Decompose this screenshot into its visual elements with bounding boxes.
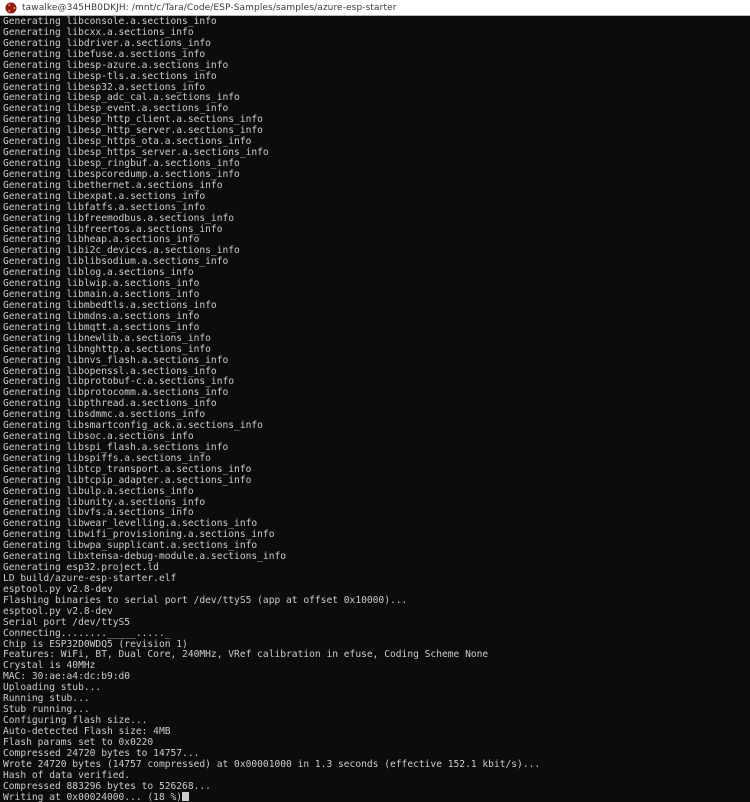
terminal-line: LD build/azure-esp-starter.elf [3, 573, 177, 585]
terminal-window: tawalke@345HB0DKJH: /mnt/c/Tara/Code/ESP… [0, 0, 750, 802]
terminal-line: Wrote 24720 bytes (14757 compressed) at … [3, 758, 541, 770]
terminal-line: Compressed 883296 bytes to 526268... [3, 780, 211, 792]
terminal-line: MAC: 30:ae:a4:dc:b9:d0 [3, 671, 131, 683]
terminal-line: Generating libesp-tls.a.sections_info [3, 70, 217, 82]
window-titlebar: tawalke@345HB0DKJH: /mnt/c/Tara/Code/ESP… [0, 0, 750, 16]
terminal-line: Flashing binaries to serial port /dev/tt… [3, 594, 408, 606]
terminal-line: Generating libfreemodbus.a.sections_info [3, 212, 235, 224]
terminal-output[interactable]: Generating libconsole.a.sections_info Gen… [0, 16, 750, 802]
terminal-line: Writing at 0x00024000... (18 %) [3, 792, 750, 802]
terminal-line: Features: WiFi, BT, Dual Core, 240MHz, V… [3, 649, 489, 661]
terminal-line: Connecting........_____....._ [3, 627, 171, 639]
terminal-line: Generating libnghttp.a.sections_info [3, 343, 211, 355]
window-title: tawalke@345HB0DKJH: /mnt/c/Tara/Code/ESP… [22, 2, 397, 13]
terminal-line: Uploading stub... [3, 682, 102, 694]
terminal-line: Hash of data verified. [3, 769, 131, 781]
terminal-line: Running stub... [3, 693, 90, 705]
terminal-line: Generating libesp-azure.a.sections_info [3, 59, 229, 71]
terminal-line: Generating libtcpip_adapter.a.sections_i… [3, 474, 252, 486]
ubuntu-logo-icon [5, 2, 17, 13]
terminal-line: Generating libnvs_flash.a.sections_info [3, 354, 229, 366]
terminal-line: Generating libulp.a.sections_info [3, 485, 194, 497]
terminal-line: Generating libfatfs.a.sections_info [3, 201, 206, 213]
terminal-cursor [182, 792, 190, 802]
terminal-line: Serial port /dev/ttyS5 [3, 616, 131, 628]
